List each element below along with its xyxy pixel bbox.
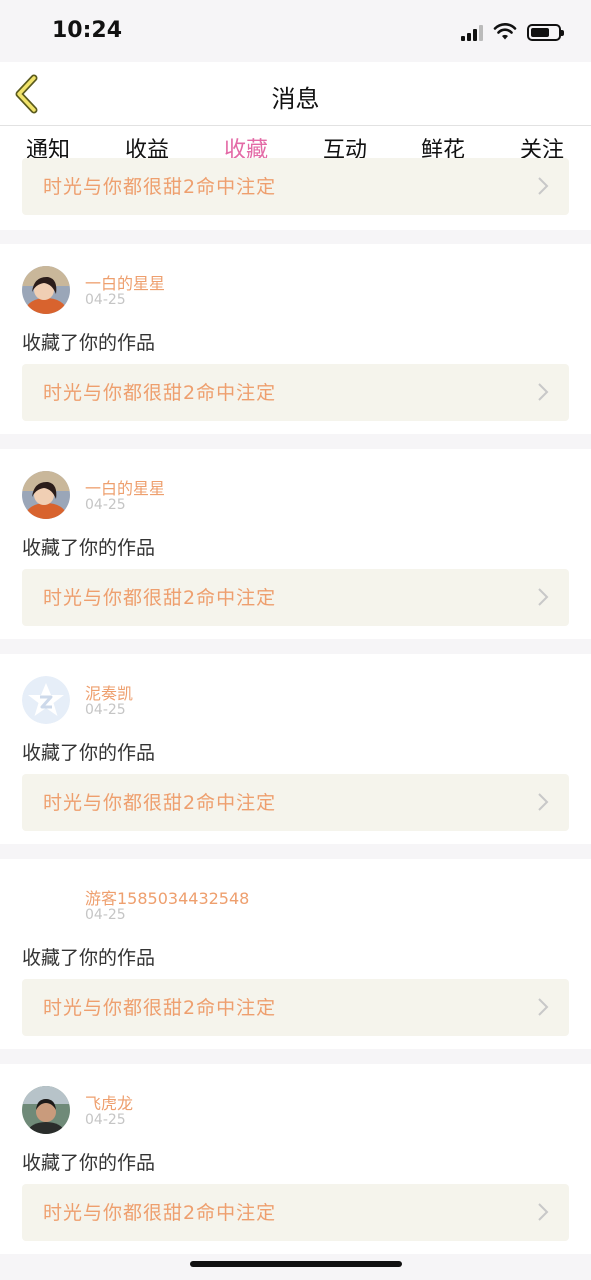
list-item: 游客1585034432548 04-25 收藏了你的作品 时光与你都很甜2命中… [0,859,591,1049]
work-link[interactable]: 时光与你都很甜2命中注定 [22,569,569,626]
work-title: 时光与你都很甜2命中注定 [43,997,277,1019]
username[interactable]: 飞虎龙 [85,1090,133,1114]
user-portrait-icon [22,471,70,519]
action-text: 收藏了你的作品 [22,332,156,354]
work-link[interactable]: 时光与你都很甜2命中注定 [22,979,569,1036]
signal-icon [461,23,483,41]
avatar[interactable] [22,266,70,314]
work-link[interactable]: 时光与你都很甜2命中注定 [22,774,569,831]
chevron-right-icon [538,588,549,606]
work-link[interactable]: 时光与你都很甜2命中注定 [22,1184,569,1241]
work-title: 时光与你都很甜2命中注定 [43,587,277,609]
chevron-right-icon [538,177,549,195]
avatar[interactable] [22,676,70,724]
list-item: 泥奏凯 04-25 收藏了你的作品 时光与你都很甜2命中注定 [0,654,591,844]
action-text: 收藏了你的作品 [22,1152,156,1174]
work-link[interactable]: 时光与你都很甜2命中注定 [22,158,569,215]
timestamp: 04-25 [85,292,126,308]
user-portrait-icon [22,1086,70,1134]
chevron-right-icon [538,793,549,811]
nav-bar: 消息 [0,62,591,126]
home-indicator[interactable] [190,1261,402,1267]
timestamp: 04-25 [85,1112,126,1128]
action-text: 收藏了你的作品 [22,742,156,764]
list-item: 一白的星星 04-25 收藏了你的作品 时光与你都很甜2命中注定 [0,244,591,434]
status-bar: 10:24 [0,0,591,62]
page-title: 消息 [271,85,320,113]
chevron-right-icon [538,998,549,1016]
username[interactable]: 泥奏凯 [85,680,133,704]
work-title: 时光与你都很甜2命中注定 [43,176,277,198]
avatar[interactable] [22,471,70,519]
timestamp: 04-25 [85,702,126,718]
work-title: 时光与你都很甜2命中注定 [43,792,277,814]
list-item: 一白的星星 04-25 收藏了你的作品 时光与你都很甜2命中注定 [0,449,591,639]
battery-icon [527,23,564,41]
status-icons [461,22,564,42]
wifi-icon [493,23,517,40]
list-item: 飞虎龙 04-25 收藏了你的作品 时光与你都很甜2命中注定 [0,1064,591,1254]
list-item: 时光与你都很甜2命中注定 [0,158,591,230]
chevron-right-icon [538,383,549,401]
username[interactable]: 一白的星星 [85,475,165,499]
status-time: 10:24 [52,18,123,43]
work-title: 时光与你都很甜2命中注定 [43,382,277,404]
action-text: 收藏了你的作品 [22,947,156,969]
work-title: 时光与你都很甜2命中注定 [43,1202,277,1224]
timestamp: 04-25 [85,907,126,923]
action-text: 收藏了你的作品 [22,537,156,559]
chevron-right-icon [538,1203,549,1221]
qzone-star-icon [22,676,70,724]
user-portrait-icon [22,266,70,314]
username[interactable]: 游客1585034432548 [85,885,249,909]
work-link[interactable]: 时光与你都很甜2命中注定 [22,364,569,421]
avatar[interactable] [22,1086,70,1134]
timestamp: 04-25 [85,497,126,513]
username[interactable]: 一白的星星 [85,270,165,294]
